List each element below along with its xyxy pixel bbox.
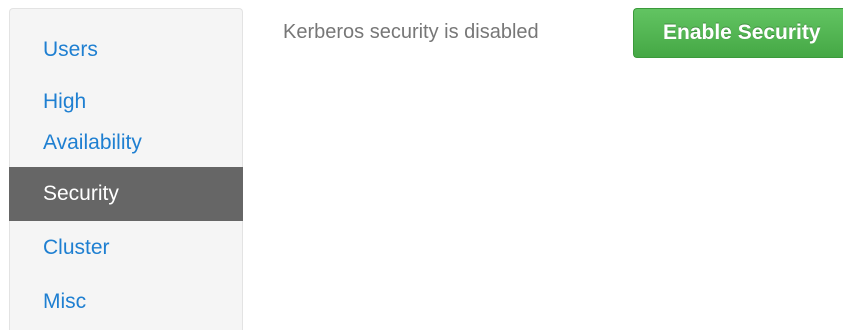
sidebar-item-high-availability[interactable]: High Availability [10,77,242,167]
kerberos-status-text: Kerberos security is disabled [283,21,539,43]
nav-list: Users High Availability Security Cluster… [9,23,243,329]
sidebar-item-label-line2: Availability [43,131,142,154]
sidebar-item-label-line1: High [43,90,87,113]
sidebar-nav: Users High Availability Security Cluster… [9,8,243,330]
sidebar-item-label: Users [43,38,98,61]
enable-security-button[interactable]: Enable Security [633,8,843,58]
sidebar-item-security[interactable]: Security [9,167,243,221]
sidebar-item-cluster[interactable]: Cluster [10,221,242,275]
sidebar-item-misc[interactable]: Misc [10,275,242,329]
sidebar-item-label: Cluster [43,236,110,259]
sidebar-item-label: Misc [43,290,87,313]
sidebar-item-label: Security [43,182,119,205]
admin-page: Users High Availability Security Cluster… [0,0,843,330]
sidebar-item-users[interactable]: Users [10,23,242,77]
